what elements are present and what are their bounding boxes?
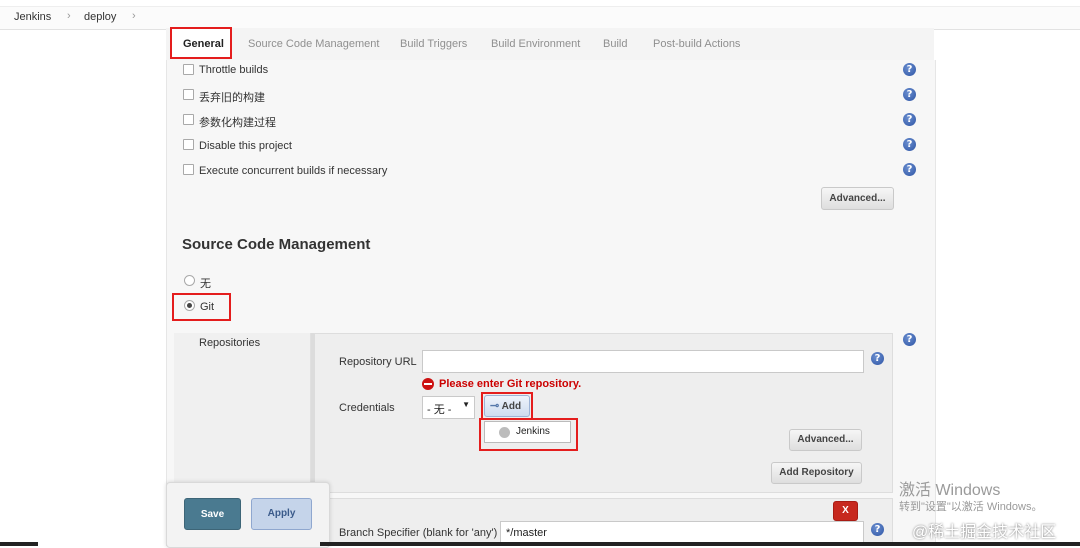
menu-item-jenkins[interactable]: Jenkins — [516, 426, 550, 437]
disable-project-checkbox[interactable] — [183, 139, 194, 150]
repository-advanced-button[interactable]: Advanced... — [789, 429, 862, 451]
help-icon[interactable]: ? — [903, 88, 916, 101]
help-icon[interactable]: ? — [903, 333, 916, 346]
repository-url-label: Repository URL — [339, 356, 417, 368]
breadcrumb: Jenkins › deploy › — [0, 6, 1080, 30]
windows-activation-title: 激活 Windows — [899, 482, 1001, 499]
discard-old-builds-label: 丢弃旧的构建 — [199, 92, 265, 104]
throttle-builds-checkbox[interactable] — [183, 64, 194, 75]
taskbar-edge — [0, 542, 38, 546]
repositories-label: Repositories — [199, 337, 261, 349]
concurrent-builds-label: Execute concurrent builds if necessary — [199, 165, 388, 177]
add-credentials-button[interactable]: ⊸ Add — [484, 395, 530, 417]
parameterized-build-label: 参数化构建过程 — [199, 117, 276, 129]
chevron-down-icon: ▼ — [462, 400, 470, 409]
branch-specifier-label: Branch Specifier (blank for 'any') — [339, 527, 498, 539]
discard-old-builds-checkbox[interactable] — [183, 89, 194, 100]
scm-section-title: Source Code Management — [182, 236, 371, 253]
breadcrumb-separator-icon: › — [67, 10, 71, 22]
scm-none-label: 无 — [200, 278, 211, 290]
breadcrumb-jenkins[interactable]: Jenkins — [14, 11, 51, 23]
add-label: Add — [501, 401, 522, 412]
save-button[interactable]: Save — [184, 498, 241, 530]
delete-branch-button[interactable]: X — [833, 501, 858, 521]
breadcrumb-deploy[interactable]: deploy — [84, 11, 116, 23]
add-credentials-menu: Jenkins — [484, 421, 571, 443]
error-icon — [422, 378, 434, 390]
add-repository-button[interactable]: Add Repository — [771, 462, 862, 484]
taskbar-edge — [320, 542, 1080, 546]
apply-button[interactable]: Apply — [251, 498, 312, 530]
help-icon[interactable]: ? — [871, 523, 884, 536]
concurrent-builds-checkbox[interactable] — [183, 164, 194, 175]
tab-build-environment[interactable]: Build Environment — [491, 38, 580, 50]
branch-specifier-input[interactable] — [500, 521, 864, 544]
scm-none-radio[interactable] — [184, 275, 195, 286]
key-icon: ⊸ — [490, 400, 500, 412]
throttle-builds-label: Throttle builds — [199, 64, 269, 76]
tab-general[interactable]: General — [183, 38, 224, 50]
help-icon[interactable]: ? — [903, 138, 916, 151]
help-icon[interactable]: ? — [903, 63, 916, 76]
site-watermark: @稀土掘金技术社区 — [912, 524, 1057, 541]
tab-build[interactable]: Build — [603, 38, 627, 50]
credentials-select[interactable]: - 无 - ▼ — [422, 396, 475, 419]
breadcrumb-separator-icon: › — [132, 10, 136, 22]
parameterized-build-checkbox[interactable] — [183, 114, 194, 125]
repository-url-error: Please enter Git repository. — [439, 378, 582, 390]
credentials-selected-value: - 无 - — [427, 404, 452, 416]
credentials-label: Credentials — [339, 402, 395, 414]
help-icon[interactable]: ? — [903, 163, 916, 176]
windows-activation-subtitle: 转到"设置"以激活 Windows。 — [899, 501, 1043, 513]
tab-source-code-management[interactable]: Source Code Management — [248, 38, 379, 50]
help-icon[interactable]: ? — [871, 352, 884, 365]
tab-build-triggers[interactable]: Build Triggers — [400, 38, 467, 50]
help-icon[interactable]: ? — [903, 113, 916, 126]
tab-post-build-actions[interactable]: Post-build Actions — [653, 38, 740, 50]
scm-git-radio[interactable] — [184, 300, 195, 311]
scm-git-label: Git — [200, 301, 215, 313]
disable-project-label: Disable this project — [199, 140, 292, 152]
jenkins-icon — [499, 427, 510, 438]
repository-url-input[interactable] — [422, 350, 864, 373]
general-advanced-button[interactable]: Advanced... — [821, 187, 894, 210]
